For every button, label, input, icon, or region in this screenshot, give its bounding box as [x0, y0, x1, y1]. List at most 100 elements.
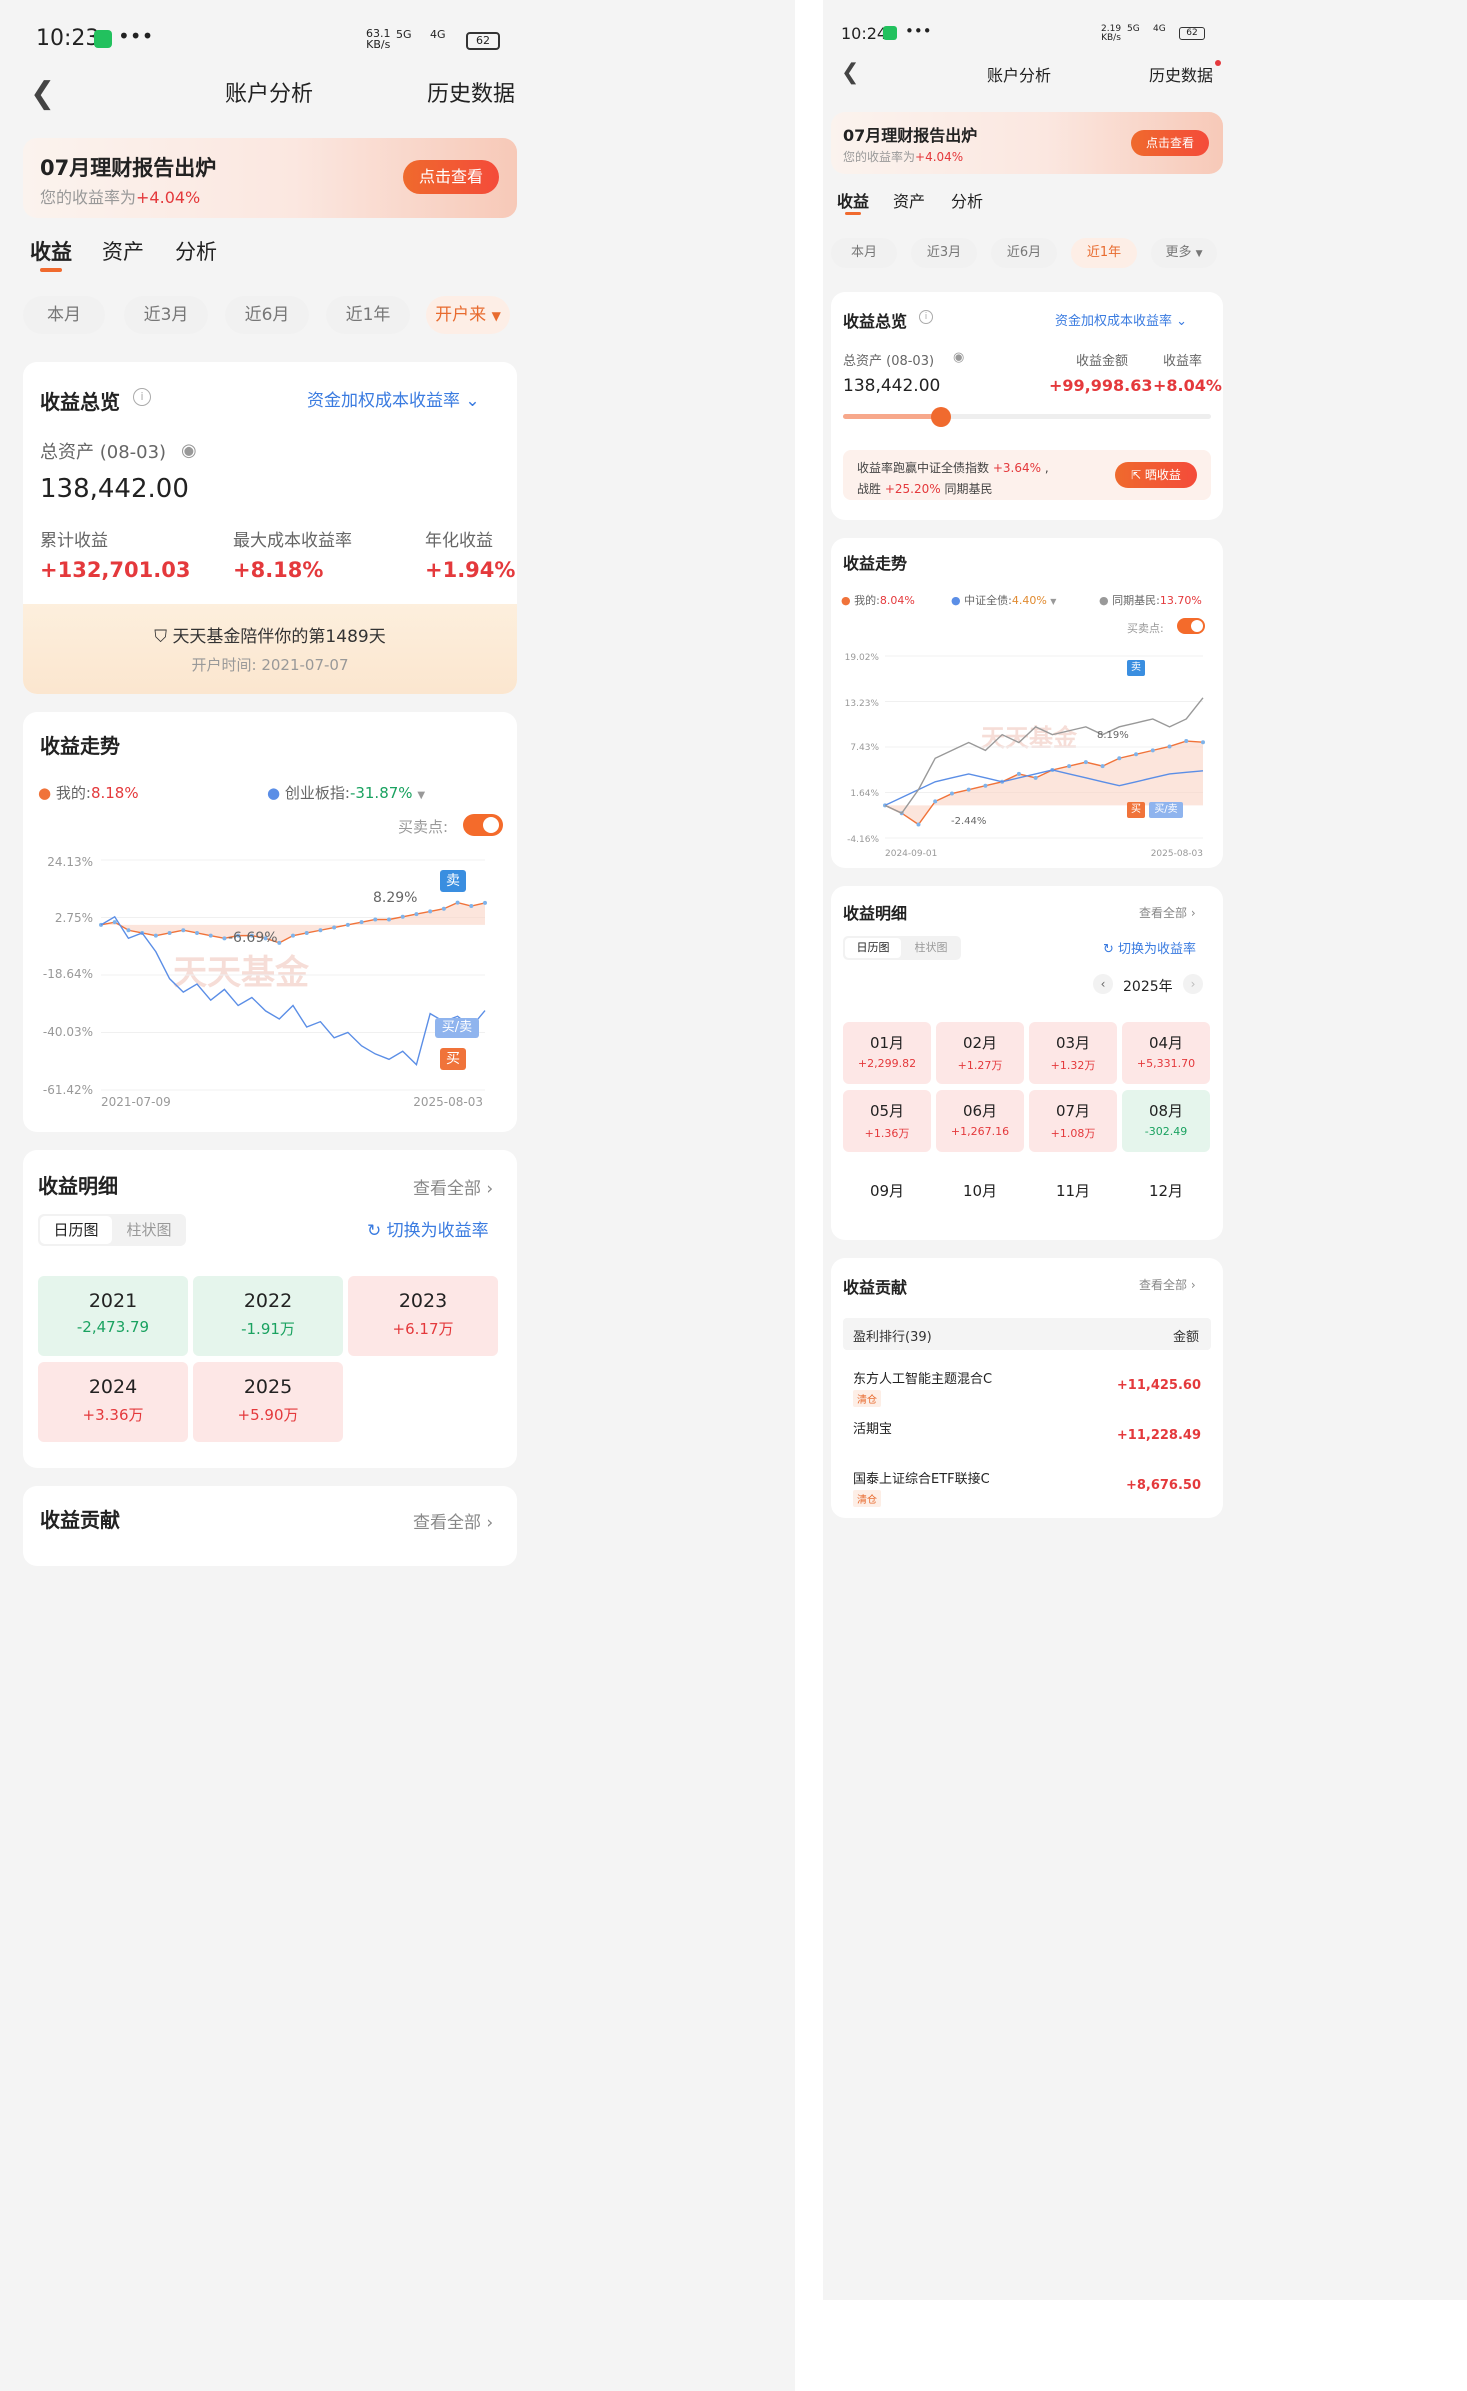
contrib-row[interactable]: 东方人工智能主题混合C 清仓 +11,425.60 [843, 1366, 1211, 1412]
amount-value: +99,998.63 [1049, 376, 1153, 395]
tab-earnings[interactable]: 收益 [837, 188, 869, 212]
eye-icon[interactable]: ◉ [181, 440, 197, 461]
view-toggle: 日历图 柱状图 [843, 936, 961, 960]
sell-marker[interactable]: 卖 [440, 870, 466, 892]
info-icon[interactable]: i [133, 388, 151, 406]
period-1-year[interactable]: 近1年 [326, 296, 410, 334]
year-tile-2025[interactable]: 2025 +5.90万 [193, 1362, 343, 1442]
share-icon: ⇱ [1131, 468, 1145, 482]
month-label: 02月 [962, 1034, 998, 1052]
month-tile[interactable]: 03月 +1.32万 [1029, 1022, 1117, 1084]
period-6-months[interactable]: 近6月 [991, 238, 1057, 268]
detail-view-all[interactable]: 查看全部 › [413, 1174, 493, 1199]
status-time: 10:24 [841, 24, 888, 43]
view-report-button[interactable]: 点击查看 [1131, 130, 1209, 156]
month-tile[interactable]: 02月 +1.27万 [936, 1022, 1024, 1084]
share-earnings-label: 晒收益 [1144, 468, 1181, 482]
legend-dot-bench: ● [951, 594, 961, 607]
contrib-view-all[interactable]: 查看全部 › [1139, 1276, 1196, 1293]
period-this-month[interactable]: 本月 [23, 296, 105, 334]
report-banner[interactable]: 07月理财报告出炉 您的收益率为+4.04% 点击查看 [23, 138, 517, 218]
tab-assets[interactable]: 资产 [102, 236, 144, 266]
month-tile[interactable]: 10月 [936, 1158, 1024, 1220]
buysell-marker[interactable]: 买/卖 [1149, 802, 1183, 818]
tab-assets[interactable]: 资产 [893, 188, 925, 212]
back-icon[interactable]: ❮ [30, 76, 55, 111]
banner-subtitle-value: +4.04% [915, 150, 964, 164]
sell-marker[interactable]: 卖 [1127, 660, 1145, 676]
info-icon[interactable]: i [919, 310, 933, 324]
next-year-button[interactable]: › [1183, 974, 1203, 994]
banner-subtitle-prefix: 您的收益率为 [843, 150, 916, 164]
year-label: 2023 [398, 1290, 448, 1312]
caret-down-icon: ▼ [417, 790, 426, 801]
tab-analysis[interactable]: 分析 [951, 188, 983, 212]
data-point [112, 920, 117, 925]
month-tile[interactable]: 01月 +2,299.82 [843, 1022, 931, 1084]
period-6-months[interactable]: 近6月 [225, 296, 309, 334]
x-start-label: 2024-09-01 [885, 849, 937, 859]
switch-rate[interactable]: ↻ 切换为收益率 [367, 1216, 489, 1241]
buysell-toggle[interactable] [1177, 618, 1205, 634]
switch-rate[interactable]: ↻ 切换为收益率 [1103, 938, 1196, 957]
month-tile[interactable]: 12月 [1122, 1158, 1210, 1220]
seg-bar[interactable]: 柱状图 [903, 938, 959, 958]
progress-track [843, 407, 1211, 427]
share-earnings-button[interactable]: ⇱ 晒收益 [1115, 462, 1197, 488]
buysell-marker[interactable]: 买/卖 [435, 1018, 479, 1038]
month-tile[interactable]: 07月 +1.08万 [1029, 1090, 1117, 1152]
month-tile[interactable]: 04月 +5,331.70 [1122, 1022, 1210, 1084]
legend-peer-value: 13.70% [1159, 594, 1202, 607]
legend-bench[interactable]: ● 创业板指:-31.87% ▼ [267, 782, 425, 803]
contrib-row[interactable]: 国泰上证综合ETF联接C 清仓 +8,676.50 [843, 1466, 1211, 1512]
period-3-months[interactable]: 近3月 [124, 296, 208, 334]
year-tile-2023[interactable]: 2023 +6.17万 [348, 1276, 498, 1356]
report-banner[interactable]: 07月理财报告出炉 您的收益率为+4.04% 点击查看 [831, 112, 1223, 174]
period-more[interactable]: 更多 ▼ [1151, 238, 1217, 268]
month-value: +2,299.82 [857, 1057, 917, 1070]
year-tile-2022[interactable]: 2022 -1.91万 [193, 1276, 343, 1356]
month-tile[interactable]: 05月 +1.36万 [843, 1090, 931, 1152]
seg-calendar[interactable]: 日历图 [845, 938, 901, 958]
month-tile[interactable]: 09月 [843, 1158, 931, 1220]
buysell-toggle[interactable] [463, 814, 503, 836]
tab-analysis[interactable]: 分析 [175, 236, 217, 266]
month-tile[interactable]: 11月 [1029, 1158, 1117, 1220]
detail-view-all[interactable]: 查看全部 › [1139, 904, 1196, 921]
buy-marker[interactable]: 买 [440, 1048, 466, 1070]
tab-earnings[interactable]: 收益 [30, 236, 72, 266]
view-report-button[interactable]: 点击查看 [403, 160, 499, 194]
month-tile[interactable]: 08月 -302.49 [1122, 1090, 1210, 1152]
contrib-view-all-label: 查看全部 [1139, 1278, 1188, 1292]
y-tick: -4.16% [847, 835, 879, 845]
contrib-view-all[interactable]: 查看全部 › [413, 1508, 493, 1533]
period-1-year[interactable]: 近1年 [1071, 238, 1137, 268]
x-end-label: 2025-08-03 [1151, 849, 1203, 859]
mode-selector[interactable]: 资金加权成本收益率 ⌄ [307, 386, 480, 411]
chevron-right-icon: › [486, 1513, 494, 1533]
period-this-month[interactable]: 本月 [831, 238, 897, 268]
data-point [428, 909, 433, 914]
legend-dot-peer: ● [1099, 594, 1109, 607]
buy-marker[interactable]: 买 [1127, 802, 1145, 818]
back-icon[interactable]: ❮ [841, 60, 859, 85]
companion-days: ⛉ 天天基金陪伴你的第1489天 [23, 622, 517, 647]
history-data-link[interactable]: 历史数据 [1149, 62, 1213, 86]
mode-selector[interactable]: 资金加权成本收益率 ⌄ [1055, 310, 1187, 329]
year-tile-2021[interactable]: 2021 -2,473.79 [38, 1276, 188, 1356]
data-point [1033, 775, 1038, 780]
period-3-months[interactable]: 近3月 [911, 238, 977, 268]
legend-bench[interactable]: ● 中证全债:4.40% ▼ [951, 592, 1056, 608]
month-tile[interactable]: 06月 +1,267.16 [936, 1090, 1024, 1152]
eye-icon[interactable]: ◉ [953, 350, 964, 365]
period-since-open[interactable]: 开户来 ▼ [426, 296, 510, 334]
year-tile-2024[interactable]: 2024 +3.36万 [38, 1362, 188, 1442]
trend-chart-right: 19.02% 13.23% 7.43% 1.64% -4.16% 天天基金 20… [845, 653, 1205, 859]
seg-calendar[interactable]: 日历图 [40, 1216, 112, 1244]
contrib-row[interactable]: 活期宝 +11,228.49 [843, 1416, 1211, 1462]
history-data-link[interactable]: 历史数据 [427, 76, 515, 108]
watermark: 天天基金 [981, 724, 1078, 752]
buysell-label: 买卖点: [1127, 622, 1164, 635]
seg-bar[interactable]: 柱状图 [114, 1216, 184, 1244]
prev-year-button[interactable]: ‹ [1093, 974, 1113, 994]
